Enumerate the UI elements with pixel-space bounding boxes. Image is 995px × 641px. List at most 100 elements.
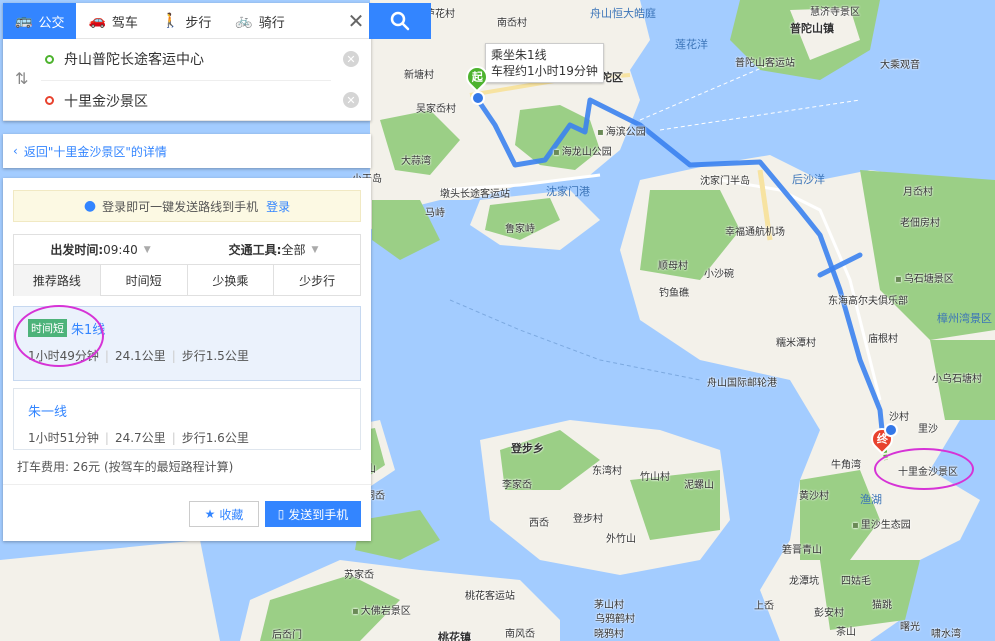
transport-select[interactable]: 交通工具: 全部 ▼: [187, 235, 360, 264]
bus-stop-icon[interactable]: [471, 91, 485, 105]
bubble-duration: 车程约1小时19分钟: [491, 64, 598, 78]
map-label: 慧济寺景区: [810, 7, 860, 18]
clear-origin-icon[interactable]: ✕: [343, 51, 359, 67]
bus-stop-icon[interactable]: [884, 423, 898, 437]
map-label: 箬晋青山: [782, 545, 822, 556]
pref-less-walking[interactable]: 少步行: [274, 265, 360, 296]
route-option[interactable]: 朱一线 1小时51分钟 | 24.7公里 | 步行1.6公里: [13, 388, 361, 450]
map-label: 大佛岩景区: [352, 602, 411, 617]
close-icon[interactable]: ✕: [341, 3, 371, 38]
map-label: 上岙: [754, 601, 774, 612]
map-label: 沈家门半岛: [700, 176, 750, 187]
bubble-line: 乘坐朱1线: [491, 48, 547, 62]
send-to-phone-button[interactable]: ▯ 发送到手机: [265, 501, 361, 527]
map-label: 西岙: [529, 518, 549, 529]
map-label: 庙根村: [868, 334, 898, 345]
map-label: 泥螺山: [684, 480, 714, 491]
map-label: 李家岙: [502, 480, 532, 491]
map-label: 晓鸦村: [594, 629, 624, 640]
route-walk: 步行1.5公里: [181, 349, 249, 363]
map-label: 里沙: [918, 424, 938, 435]
favorite-button[interactable]: ★ 收藏: [189, 501, 259, 527]
search-icon: [390, 11, 410, 31]
origin-dot-icon: [45, 54, 54, 64]
tab-bike[interactable]: 🚲 骑行: [223, 3, 296, 39]
map-label: 钓鱼礁: [659, 288, 689, 299]
map-label: 后岙门: [272, 630, 302, 641]
map-label: 吴家岙村: [416, 104, 456, 115]
map-label: 普陀山客运站: [735, 58, 795, 69]
favorite-label: 收藏: [219, 507, 244, 522]
map-label: 苏家岙: [344, 570, 374, 581]
bike-icon: 🚲: [235, 13, 253, 29]
map-label: 外竹山: [606, 534, 636, 545]
tab-drive[interactable]: 🚗 驾车: [76, 3, 149, 39]
caret-down-icon: ▼: [143, 244, 151, 255]
map-label: 鲁家峙: [505, 224, 535, 235]
walk-icon: 🚶: [161, 13, 180, 29]
depart-time-label: 出发时间:: [50, 243, 104, 257]
origin-destination-box: ⇅ 舟山普陀长途客运中心 ✕ 十里金沙景区 ✕: [3, 39, 371, 121]
map-label: 茅山村: [594, 600, 624, 611]
map-label: 普陀山镇: [790, 22, 834, 35]
map-label: 海滨公园: [597, 123, 646, 138]
tab-transit[interactable]: 🚌 公交: [3, 3, 77, 39]
map-label: 小沙碗: [704, 269, 734, 280]
map-label: 彭安村: [814, 608, 844, 619]
route-info-bubble: 乘坐朱1线 车程约1小时19分钟: [485, 43, 604, 83]
start-marker-label: 起: [471, 71, 483, 84]
search-button[interactable]: [369, 3, 431, 39]
route-distance: 24.7公里: [114, 431, 166, 445]
clear-destination-icon[interactable]: ✕: [343, 92, 359, 108]
swap-icon[interactable]: ⇅: [15, 69, 28, 88]
map-label: 登步村: [573, 514, 603, 525]
map-label: 大蒜湾: [401, 156, 431, 167]
tab-label: 公交: [38, 15, 65, 31]
map-label: 四姑毛: [841, 576, 871, 587]
map-label: 茶山: [836, 627, 856, 638]
map-label: 南风岙: [505, 629, 535, 640]
map-label: 乌鸦鹤村: [595, 614, 635, 625]
map-label: 马峙: [425, 208, 445, 219]
route-walk: 步行1.6公里: [181, 431, 249, 445]
map-label: 曙光: [900, 622, 920, 633]
back-link-label: 返回"十里金沙景区"的详情: [23, 144, 167, 159]
transport-label: 交通工具:: [228, 243, 282, 257]
destination-field[interactable]: 十里金沙景区: [41, 80, 331, 120]
tab-walk[interactable]: 🚶 步行: [150, 3, 223, 39]
star-icon: ★: [204, 507, 216, 521]
destination-dot-icon: [45, 96, 54, 105]
route-filters: 出发时间: 09:40 ▼ 交通工具: 全部 ▼ 推荐路线 时间短 少换乘 少步…: [13, 234, 361, 296]
map-label: 乌石塘景区: [895, 270, 954, 285]
route-duration: 1小时51分钟: [28, 431, 99, 445]
phone-icon: ▯: [277, 507, 285, 521]
map-label: 桃花镇: [438, 631, 471, 641]
map-label: 东海高尔夫俱乐部: [828, 296, 908, 307]
map-label: 新塘村: [404, 70, 434, 81]
map-label: 沙村: [889, 412, 909, 423]
origin-value: 舟山普陀长途客运中心: [64, 52, 204, 68]
tab-label: 驾车: [111, 15, 138, 31]
mode-tabs: 🚌 公交 🚗 驾车 🚶 步行 🚲 骑行 ✕: [3, 3, 371, 39]
back-link[interactable]: ‹ 返回"十里金沙景区"的详情: [3, 134, 371, 168]
map-label: 渔湖: [860, 493, 882, 506]
map-label: 小乌石塘村: [932, 374, 982, 385]
map-label: 竹山村: [640, 472, 670, 483]
pref-fewer-transfers[interactable]: 少换乘: [188, 265, 275, 296]
bus-icon: 🚌: [15, 13, 33, 29]
map-label: 舟山国际邮轮港: [707, 378, 777, 389]
pref-recommended[interactable]: 推荐路线: [14, 265, 101, 296]
route-name: 朱一线: [28, 404, 68, 420]
map-label: 顺母村: [658, 261, 688, 272]
login-link[interactable]: 登录: [266, 198, 290, 215]
map-label: 莲花洋: [675, 38, 708, 51]
depart-time-select[interactable]: 出发时间: 09:40 ▼: [14, 235, 187, 264]
map-label: 猫跳: [872, 600, 892, 611]
map-label: 墩头长途客运站: [440, 189, 510, 200]
origin-field[interactable]: 舟山普陀长途客运中心: [41, 39, 331, 79]
destination-value: 十里金沙景区: [64, 93, 148, 110]
chevron-left-icon: ‹: [13, 144, 18, 158]
pref-fastest[interactable]: 时间短: [101, 265, 188, 296]
map-label: 东湾村: [592, 466, 622, 477]
map-label: 啸水湾: [931, 629, 961, 640]
